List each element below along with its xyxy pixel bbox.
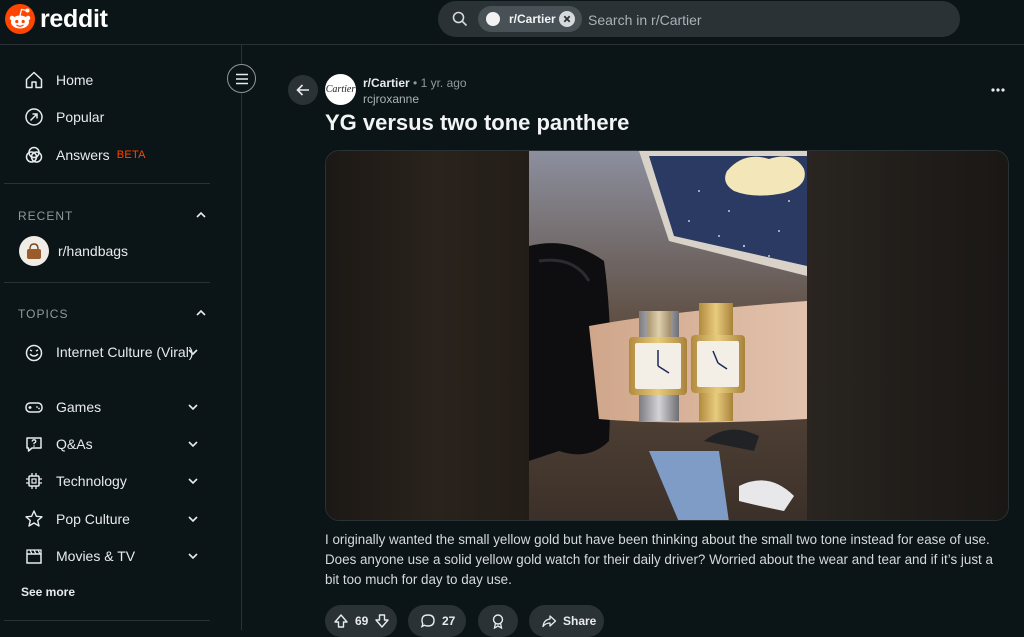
more-options-icon[interactable]: [990, 82, 1006, 98]
topics-heading: TOPICS: [18, 307, 69, 321]
topic-movies-tv[interactable]: Movies & TV: [24, 546, 200, 566]
search-bar[interactable]: r/Cartier: [438, 1, 960, 37]
sidebar-item-home[interactable]: Home: [24, 66, 93, 94]
left-sidebar: Home Popular Answers BETA RECENT r/handb…: [0, 45, 242, 630]
hamburger-icon: [235, 73, 248, 84]
beta-badge: BETA: [116, 149, 146, 161]
search-input[interactable]: [588, 11, 928, 29]
comment-count: 27: [442, 614, 456, 628]
topic-label: Games: [56, 399, 102, 415]
post-photo: [529, 151, 807, 520]
topic-pop-culture[interactable]: Pop Culture: [24, 509, 200, 529]
subreddit-filter-chip[interactable]: r/Cartier: [478, 6, 582, 32]
downvote-icon[interactable]: [374, 613, 390, 629]
upvote-icon[interactable]: [333, 613, 349, 629]
award-icon: [492, 614, 504, 629]
topic-games[interactable]: Games: [24, 397, 200, 417]
sidebar-item-label: Home: [56, 72, 94, 88]
see-more-link[interactable]: See more: [21, 585, 75, 599]
post-image-container[interactable]: [325, 150, 1009, 521]
recent-heading: RECENT: [18, 209, 74, 223]
vote-control: 69: [325, 605, 397, 637]
home-icon: [25, 71, 43, 89]
logo-text: reddit: [40, 4, 108, 33]
cartier-wordmark: Cartier: [325, 84, 356, 95]
meta-separator: •: [413, 76, 418, 90]
chip-icon: [26, 473, 42, 489]
post-author[interactable]: rcjroxanne: [363, 92, 419, 106]
blurred-backdrop-right: [805, 151, 1008, 520]
share-button[interactable]: Share: [529, 605, 604, 637]
smiley-icon: [25, 344, 43, 362]
chip-label: r/Cartier: [509, 12, 556, 26]
recent-section-header[interactable]: RECENT: [18, 209, 206, 223]
sidebar-item-label: Answers: [56, 147, 110, 163]
recent-item-label: r/handbags: [58, 243, 129, 259]
reddit-logo[interactable]: reddit: [5, 4, 108, 34]
chevron-up-icon: [196, 211, 206, 218]
subreddit-link[interactable]: r/Cartier: [363, 76, 410, 90]
search-icon: [452, 11, 468, 27]
gamepad-icon: [25, 402, 43, 413]
topic-internet-culture[interactable]: Internet Culture (Viral): [24, 342, 200, 362]
chevron-down-icon: [188, 553, 198, 560]
sidebar-divider: [4, 282, 210, 283]
comment-icon: [420, 614, 435, 628]
topics-section-header[interactable]: TOPICS: [18, 307, 206, 321]
share-icon: [542, 615, 557, 628]
sidebar-divider: [4, 620, 210, 621]
blurred-backdrop-left: [326, 151, 529, 520]
chevron-up-icon: [196, 309, 206, 316]
recent-item-handbags[interactable]: r/handbags: [19, 236, 129, 266]
handbag-avatar: [19, 236, 49, 266]
post-title: YG versus two tone panthere: [325, 110, 630, 135]
chevron-down-icon: [188, 516, 198, 523]
answers-icon: [25, 146, 43, 163]
back-button[interactable]: [288, 75, 318, 105]
chevron-down-icon: [188, 349, 198, 356]
arrow-left-icon: [296, 84, 309, 96]
question-icon: [26, 437, 42, 452]
sidebar-item-answers[interactable]: Answers BETA: [24, 141, 146, 169]
post-meta: r/Cartier • 1 yr. ago: [363, 76, 467, 90]
sidebar-item-popular[interactable]: Popular: [24, 103, 104, 131]
reddit-snoo-icon: [5, 4, 35, 34]
star-icon: [25, 510, 43, 527]
chevron-down-icon: [188, 441, 198, 448]
sidebar-item-label: Popular: [56, 109, 105, 125]
top-header: reddit r/Cartier: [0, 0, 1024, 45]
topic-label: Internet Culture (Viral): [56, 344, 194, 360]
chevron-down-icon: [188, 404, 198, 411]
comments-button[interactable]: 27: [408, 605, 466, 637]
clapper-icon: [26, 549, 42, 564]
topic-label: Technology: [56, 473, 127, 489]
topic-label: Q&As: [56, 436, 93, 452]
subreddit-avatar[interactable]: Cartier: [325, 74, 356, 105]
chevron-down-icon: [188, 478, 198, 485]
award-button[interactable]: [478, 605, 518, 637]
topic-technology[interactable]: Technology: [24, 471, 200, 491]
vote-count: 69: [355, 614, 369, 628]
chip-close-icon[interactable]: [559, 11, 575, 27]
sidebar-divider: [4, 183, 210, 184]
post-body: I originally wanted the small yellow gol…: [325, 532, 993, 587]
share-label: Share: [563, 614, 597, 628]
cartier-avatar-small: [486, 12, 500, 26]
topic-label: Movies & TV: [56, 548, 136, 564]
topic-qas[interactable]: Q&As: [24, 434, 200, 454]
topic-label: Pop Culture: [56, 511, 130, 527]
post-age: 1 yr. ago: [420, 76, 467, 90]
popular-icon: [25, 108, 43, 126]
sidebar-toggle-button[interactable]: [227, 64, 256, 93]
